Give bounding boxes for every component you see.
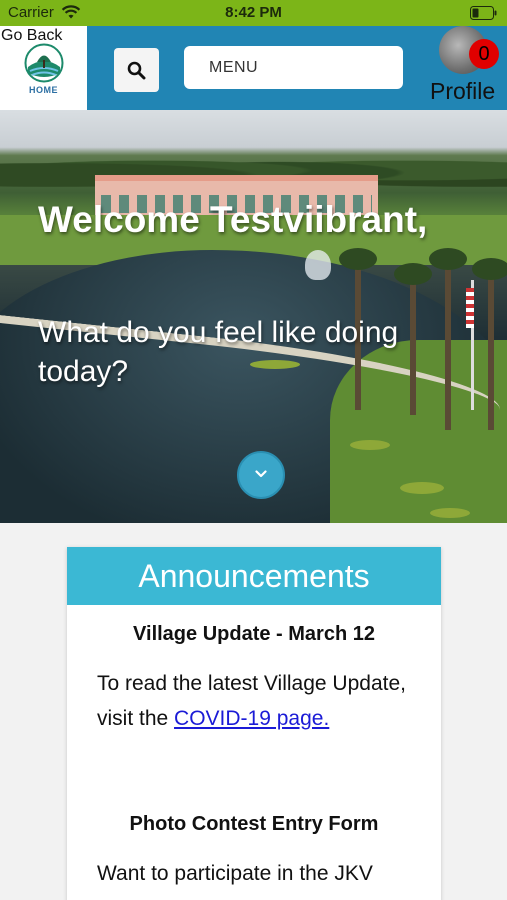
hero-photo-lilypad [400, 482, 444, 494]
announcement-body: Want to participate in the JKV [97, 862, 373, 885]
announcements-title: Announcements [67, 547, 441, 605]
home-label: HOME [29, 85, 58, 95]
hero-photo-lilypad [350, 440, 390, 450]
search-button[interactable] [114, 48, 159, 92]
welcome-heading: Welcome Testviibrant, [38, 199, 428, 240]
clock: 8:42 PM [225, 4, 282, 21]
covid-19-page-link[interactable]: COVID-19 page. [174, 707, 329, 730]
announcement-body: To read the latest Village Update, visit… [97, 666, 417, 736]
app-header: Go Back HOME MENU 0 Profile [0, 26, 507, 110]
welcome-prompt: What do you feel like doing today? [38, 316, 399, 388]
menu-button[interactable]: MENU [184, 46, 403, 89]
home-button[interactable]: Go Back HOME [0, 26, 87, 110]
app-screen: Carrier 8:42 PM Go Back HOME MENU 0 Prof… [0, 0, 507, 900]
chevron-down-icon [255, 470, 267, 478]
announcement-title: Village Update - March 12 [133, 623, 375, 645]
status-bar: Carrier 8:42 PM [0, 0, 507, 26]
announcements-card: Announcements Village Update - March 12 … [67, 547, 441, 900]
hero-banner: Welcome Testviibrant, What do you feel l… [0, 110, 507, 523]
hero-photo-fountain [305, 250, 331, 280]
notification-badge[interactable]: 0 [469, 39, 499, 69]
announcement-title: Photo Contest Entry Form [129, 813, 379, 835]
hero-photo-palm [472, 258, 507, 430]
profile-link[interactable]: Profile [430, 78, 495, 105]
battery-icon [470, 6, 497, 20]
search-icon [127, 61, 146, 80]
home-logo-icon [24, 43, 64, 83]
scroll-down-button[interactable] [237, 451, 285, 499]
hero-photo-lilypad [430, 508, 470, 518]
